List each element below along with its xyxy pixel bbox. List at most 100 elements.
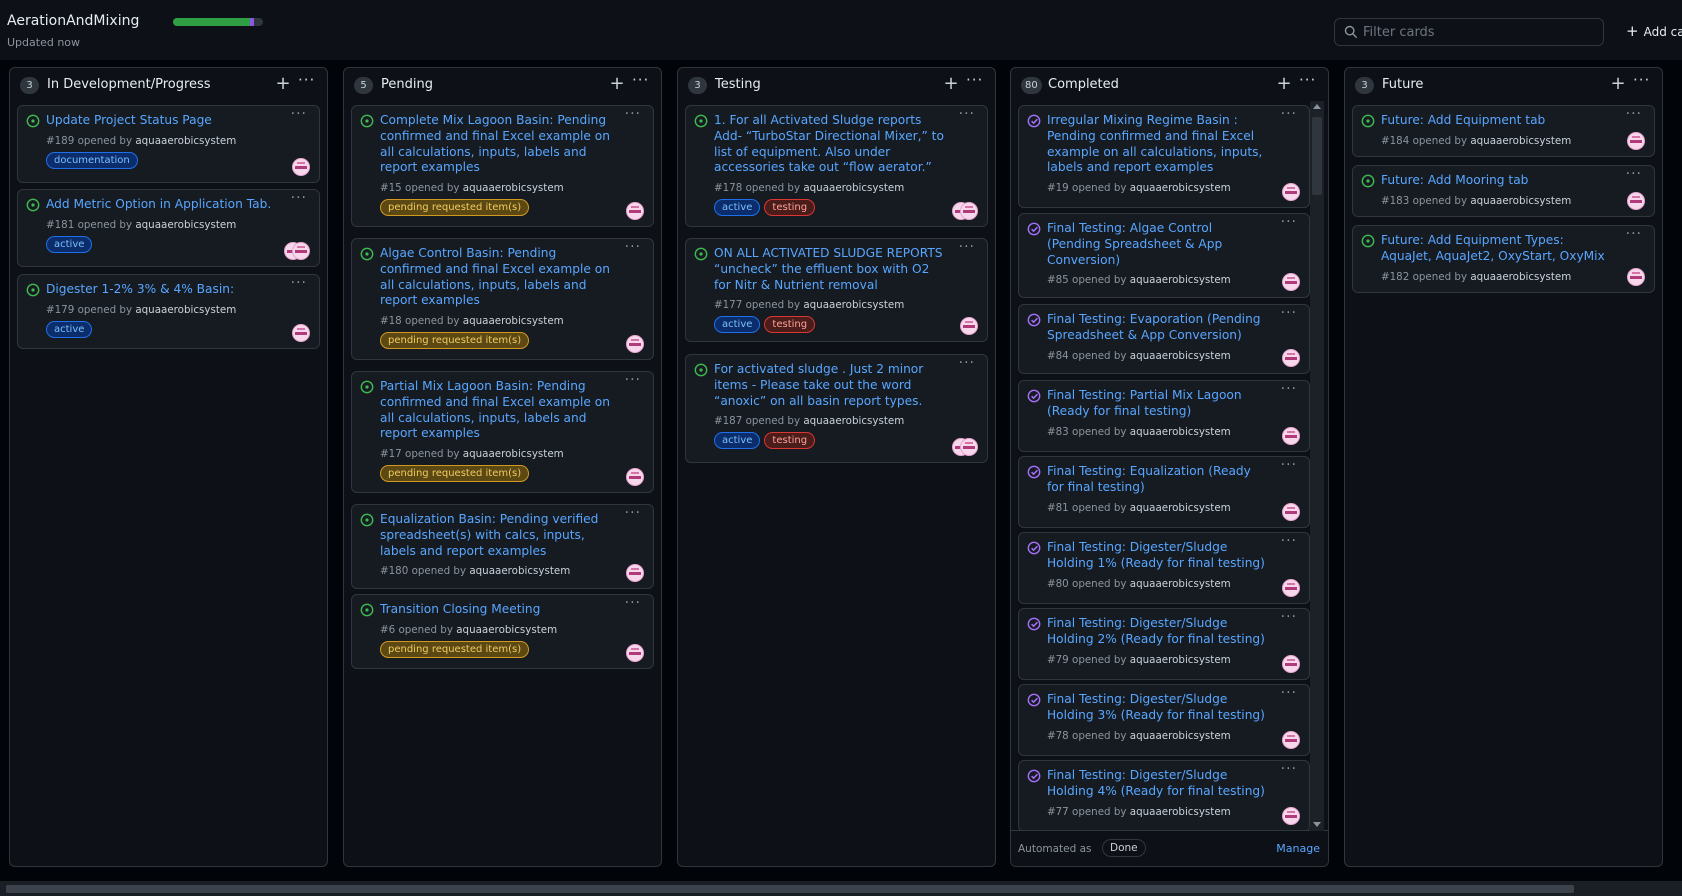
issue-card[interactable]: Future: Add Equipment tab ··· #184 opened …: [1352, 105, 1655, 157]
issue-author-link[interactable]: aquaaerobicsystem: [135, 135, 236, 147]
assignee-avatar[interactable]: [1627, 192, 1645, 210]
issue-title-link[interactable]: ON ALL ACTIVATED SLUDGE REPORTS “uncheck…: [714, 246, 946, 293]
card-menu-icon[interactable]: ···: [1281, 685, 1297, 701]
issue-card[interactable]: Final Testing: Partial Mix Lagoon (Ready…: [1018, 380, 1310, 452]
issue-author-link[interactable]: aquaaerobicsystem: [463, 315, 564, 327]
issue-author-link[interactable]: aquaaerobicsystem: [135, 304, 236, 316]
issue-author-link[interactable]: aquaaerobicsystem: [1130, 806, 1231, 818]
issue-author-link[interactable]: aquaaerobicsystem: [1130, 578, 1231, 590]
issue-title-link[interactable]: Algae Control Basin: Pending confirmed a…: [380, 246, 612, 309]
issue-card[interactable]: Equalization Basin: Pending verified spr…: [351, 504, 654, 589]
assignee-avatar[interactable]: [626, 468, 644, 486]
assignee-avatar[interactable]: [626, 564, 644, 582]
issue-author-link[interactable]: aquaaerobicsystem: [463, 448, 564, 460]
issue-card[interactable]: Final Testing: Algae Control (Pending Sp…: [1018, 213, 1310, 298]
card-menu-icon[interactable]: ···: [625, 505, 641, 521]
assignee-avatar[interactable]: [1627, 268, 1645, 286]
card-menu-icon[interactable]: ···: [1281, 381, 1297, 397]
card-menu-icon[interactable]: ···: [625, 595, 641, 611]
issue-title-link[interactable]: Future: Add Equipment tab: [1381, 113, 1613, 129]
card-menu-icon[interactable]: ···: [291, 275, 307, 291]
card-menu-icon[interactable]: ···: [291, 190, 307, 206]
issue-author-link[interactable]: aquaaerobicsystem: [1130, 274, 1231, 286]
assignee-avatar[interactable]: [1282, 273, 1300, 291]
assignee-avatar[interactable]: [292, 158, 310, 176]
issue-title-link[interactable]: Digester 1-2% 3% & 4% Basin:: [46, 282, 278, 298]
label-documentation[interactable]: documentation: [46, 151, 138, 169]
issue-author-link[interactable]: aquaaerobicsystem: [1470, 271, 1571, 283]
issue-author-link[interactable]: aquaaerobicsystem: [1130, 350, 1231, 362]
completed-column-scrollbar[interactable]: [1310, 101, 1324, 831]
issue-author-link[interactable]: aquaaerobicsystem: [1130, 502, 1231, 514]
assignee-avatar[interactable]: [960, 202, 978, 220]
issue-author-link[interactable]: aquaaerobicsystem: [469, 565, 570, 577]
issue-card[interactable]: Update Project Status Page ··· #189 opened…: [17, 105, 320, 183]
issue-author-link[interactable]: aquaaerobicsystem: [1130, 730, 1231, 742]
label-testing[interactable]: testing: [764, 316, 816, 334]
issue-author-link[interactable]: aquaaerobicsystem: [803, 415, 904, 427]
issue-title-link[interactable]: Final Testing: Partial Mix Lagoon (Ready…: [1047, 388, 1267, 420]
issue-card[interactable]: Irregular Mixing Regime Basin : Pending …: [1018, 105, 1310, 208]
add-card-plus-icon[interactable]: +: [608, 73, 626, 94]
issue-card[interactable]: Final Testing: Digester/Sludge Holding 1…: [1018, 532, 1310, 604]
card-menu-icon[interactable]: ···: [291, 106, 307, 122]
issue-title-link[interactable]: Final Testing: Digester/Sludge Holding 3…: [1047, 692, 1267, 724]
issue-title-link[interactable]: Final Testing: Digester/Sludge Holding 1…: [1047, 540, 1267, 572]
issue-card[interactable]: Add Metric Option in Application Tab. ···…: [17, 189, 320, 267]
assignee-avatar[interactable]: [1282, 655, 1300, 673]
horizontal-scrollbar[interactable]: [0, 881, 1682, 896]
issue-card[interactable]: For activated sludge . Just 2 minor item…: [685, 354, 988, 463]
issue-card[interactable]: ON ALL ACTIVATED SLUDGE REPORTS “uncheck…: [685, 238, 988, 342]
label-testing[interactable]: testing: [764, 199, 816, 217]
issue-title-link[interactable]: Add Metric Option in Application Tab.: [46, 197, 278, 213]
issue-author-link[interactable]: aquaaerobicsystem: [1130, 654, 1231, 666]
issue-card[interactable]: Final Testing: Digester/Sludge Holding 4…: [1018, 760, 1310, 832]
column-menu-icon[interactable]: ···: [1633, 71, 1650, 89]
issue-title-link[interactable]: Future: Add Equipment Types: AquaJet, Aq…: [1381, 233, 1613, 265]
add-cards-button[interactable]: + Add cards: [1626, 22, 1682, 40]
label-active[interactable]: active: [46, 320, 93, 338]
issue-card[interactable]: Future: Add Mooring tab ··· #183 opened by…: [1352, 165, 1655, 217]
assignee-avatar[interactable]: [960, 317, 978, 335]
issue-title-link[interactable]: Final Testing: Algae Control (Pending Sp…: [1047, 221, 1267, 268]
issue-author-link[interactable]: aquaaerobicsystem: [1470, 135, 1571, 147]
issue-card[interactable]: Final Testing: Digester/Sludge Holding 2…: [1018, 608, 1310, 680]
assignee-avatar[interactable]: [1282, 183, 1300, 201]
assignee-avatar[interactable]: [1282, 579, 1300, 597]
add-card-plus-icon[interactable]: +: [1275, 73, 1293, 94]
issue-card[interactable]: Final Testing: Evaporation (Pending Spre…: [1018, 304, 1310, 374]
column-menu-icon[interactable]: ···: [632, 71, 649, 89]
issue-author-link[interactable]: aquaaerobicsystem: [803, 299, 904, 311]
issue-title-link[interactable]: Final Testing: Equalization (Ready for f…: [1047, 464, 1267, 496]
card-menu-icon[interactable]: ···: [959, 106, 975, 122]
card-menu-icon[interactable]: ···: [1626, 226, 1642, 242]
card-menu-icon[interactable]: ···: [1281, 457, 1297, 473]
assignee-avatar[interactable]: [1282, 503, 1300, 521]
issue-card[interactable]: Algae Control Basin: Pending confirmed a…: [351, 238, 654, 360]
issue-author-link[interactable]: aquaaerobicsystem: [456, 624, 557, 636]
issue-title-link[interactable]: Update Project Status Page: [46, 113, 278, 129]
label-active[interactable]: active: [714, 199, 761, 217]
issue-title-link[interactable]: For activated sludge . Just 2 minor item…: [714, 362, 946, 409]
issue-card[interactable]: Final Testing: Equalization (Ready for f…: [1018, 456, 1310, 528]
assignee-avatar[interactable]: [1282, 427, 1300, 445]
issue-title-link[interactable]: Equalization Basin: Pending verified spr…: [380, 512, 612, 559]
filter-cards-box[interactable]: [1334, 18, 1604, 46]
card-menu-icon[interactable]: ···: [959, 355, 975, 371]
issue-title-link[interactable]: Final Testing: Evaporation (Pending Spre…: [1047, 312, 1267, 344]
label-active[interactable]: active: [714, 316, 761, 334]
issue-title-link[interactable]: Final Testing: Digester/Sludge Holding 4…: [1047, 768, 1267, 800]
label-pending[interactable]: pending requested item(s): [380, 332, 530, 350]
scroll-up-arrow-icon[interactable]: [1313, 104, 1321, 109]
card-menu-icon[interactable]: ···: [1281, 761, 1297, 777]
column-menu-icon[interactable]: ···: [966, 71, 983, 89]
add-card-plus-icon[interactable]: +: [274, 73, 292, 94]
assignee-avatar[interactable]: [626, 644, 644, 662]
card-menu-icon[interactable]: ···: [1281, 609, 1297, 625]
label-active[interactable]: active: [714, 432, 761, 450]
card-menu-icon[interactable]: ···: [959, 239, 975, 255]
issue-title-link[interactable]: Irregular Mixing Regime Basin : Pending …: [1047, 113, 1267, 176]
project-title[interactable]: AerationAndMixing: [7, 13, 139, 29]
issue-author-link[interactable]: aquaaerobicsystem: [1130, 426, 1231, 438]
card-menu-icon[interactable]: ···: [1626, 166, 1642, 182]
